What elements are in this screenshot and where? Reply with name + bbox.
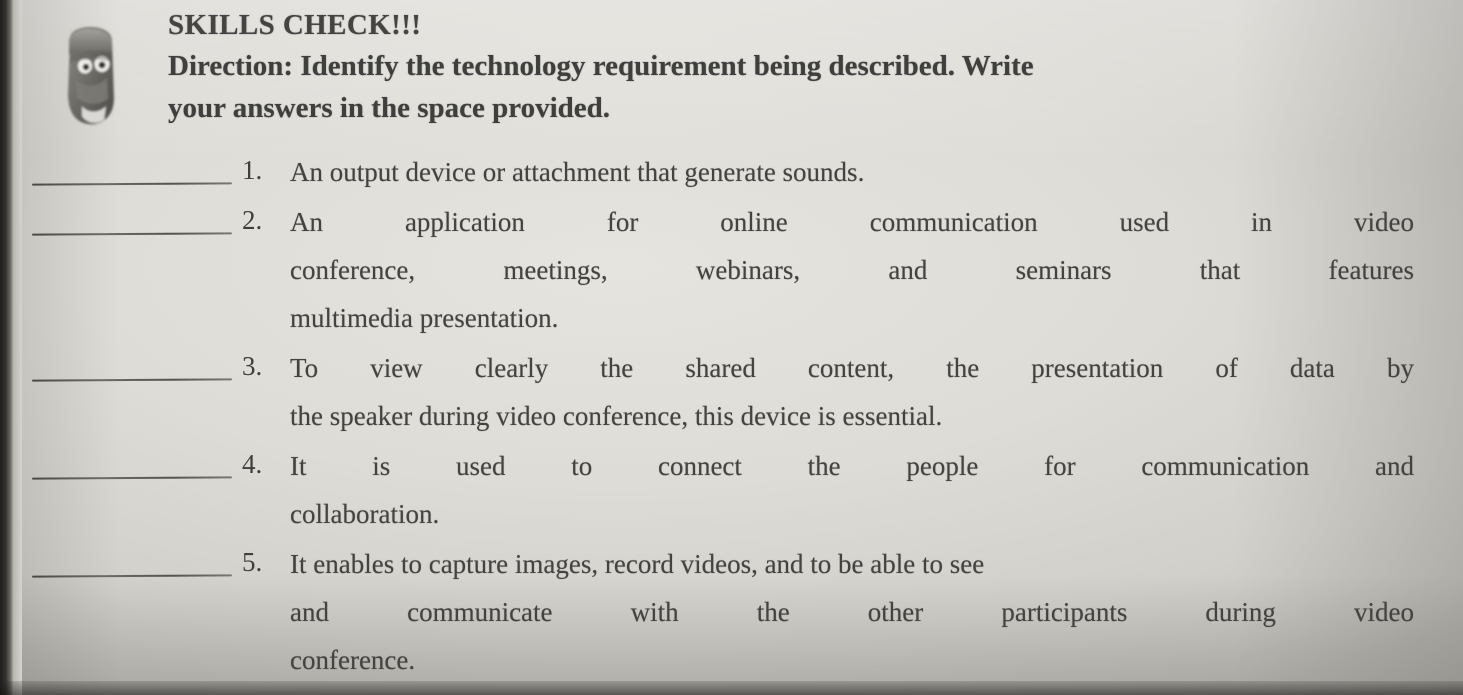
answer-blank-2[interactable] (28, 198, 234, 242)
question-text: It enables to capture images, record vid… (290, 540, 1438, 684)
question-text-line: conference. (290, 645, 416, 675)
question-text-line: To view clearly the shared content, the … (290, 353, 1414, 383)
page-bottom-edge (0, 681, 1463, 695)
question-number: 2. (242, 205, 263, 235)
direction-line-2: your answers in the space provided. (168, 92, 611, 125)
question-number: 3. (242, 351, 263, 381)
page-content: SKILLS CHECK!!! Direction: Identify the … (0, 0, 1463, 695)
question-row: 4. It is used to connect the people for c… (28, 442, 1438, 538)
question-text: An output device or attachment that gene… (290, 148, 1438, 196)
question-row: 1. An output device or attachment that ge… (28, 148, 1438, 196)
question-text-line: conference, meetings, webinars, and semi… (290, 255, 1414, 285)
question-list: 1. An output device or attachment that ge… (28, 148, 1438, 686)
answer-blank-3[interactable] (28, 344, 234, 388)
direction-line-1: Direction: Identify the technology requi… (168, 50, 1034, 83)
question-text-line: An application for online communication … (290, 207, 1414, 237)
question-text-line: It is used to connect the people for com… (290, 451, 1414, 481)
question-text-line: collaboration. (290, 499, 440, 529)
page-title: SKILLS CHECK!!! (168, 9, 422, 41)
answer-blank-1[interactable] (28, 148, 234, 192)
direction-paragraph: Direction: Identify the technology requi… (168, 45, 1416, 129)
question-number: 5. (242, 547, 263, 577)
question-row: 3. To view clearly the shared content, th… (28, 344, 1438, 440)
header-block: SKILLS CHECK!!! Direction: Identify the … (168, 8, 1418, 129)
worksheet-page: SKILLS CHECK!!! Direction: Identify the … (0, 0, 1463, 695)
question-row: 5. It enables to capture images, record v… (28, 540, 1438, 684)
answer-blank-5[interactable] (28, 540, 234, 584)
question-number: 1. (242, 155, 263, 185)
page-binding-strip (0, 0, 13, 695)
question-number: 4. (242, 449, 263, 479)
question-text-line: the speaker during video conference, thi… (290, 401, 943, 431)
question-text-line: multimedia presentation. (290, 303, 559, 333)
question-text: To view clearly the shared content, the … (290, 344, 1438, 440)
cartoon-character-illustration-icon (52, 14, 128, 130)
question-text-line: and communicate with the other participa… (290, 597, 1414, 627)
question-text-line: It enables to capture images, record vid… (290, 549, 985, 579)
answer-blank-4[interactable] (28, 442, 234, 486)
question-text-line: An output device or attachment that gene… (290, 157, 865, 187)
question-row: 2. An application for online communicatio… (28, 198, 1438, 342)
question-text: An application for online communication … (290, 198, 1438, 342)
page-binding-strip-inner (13, 0, 22, 695)
question-text: It is used to connect the people for com… (290, 442, 1438, 538)
